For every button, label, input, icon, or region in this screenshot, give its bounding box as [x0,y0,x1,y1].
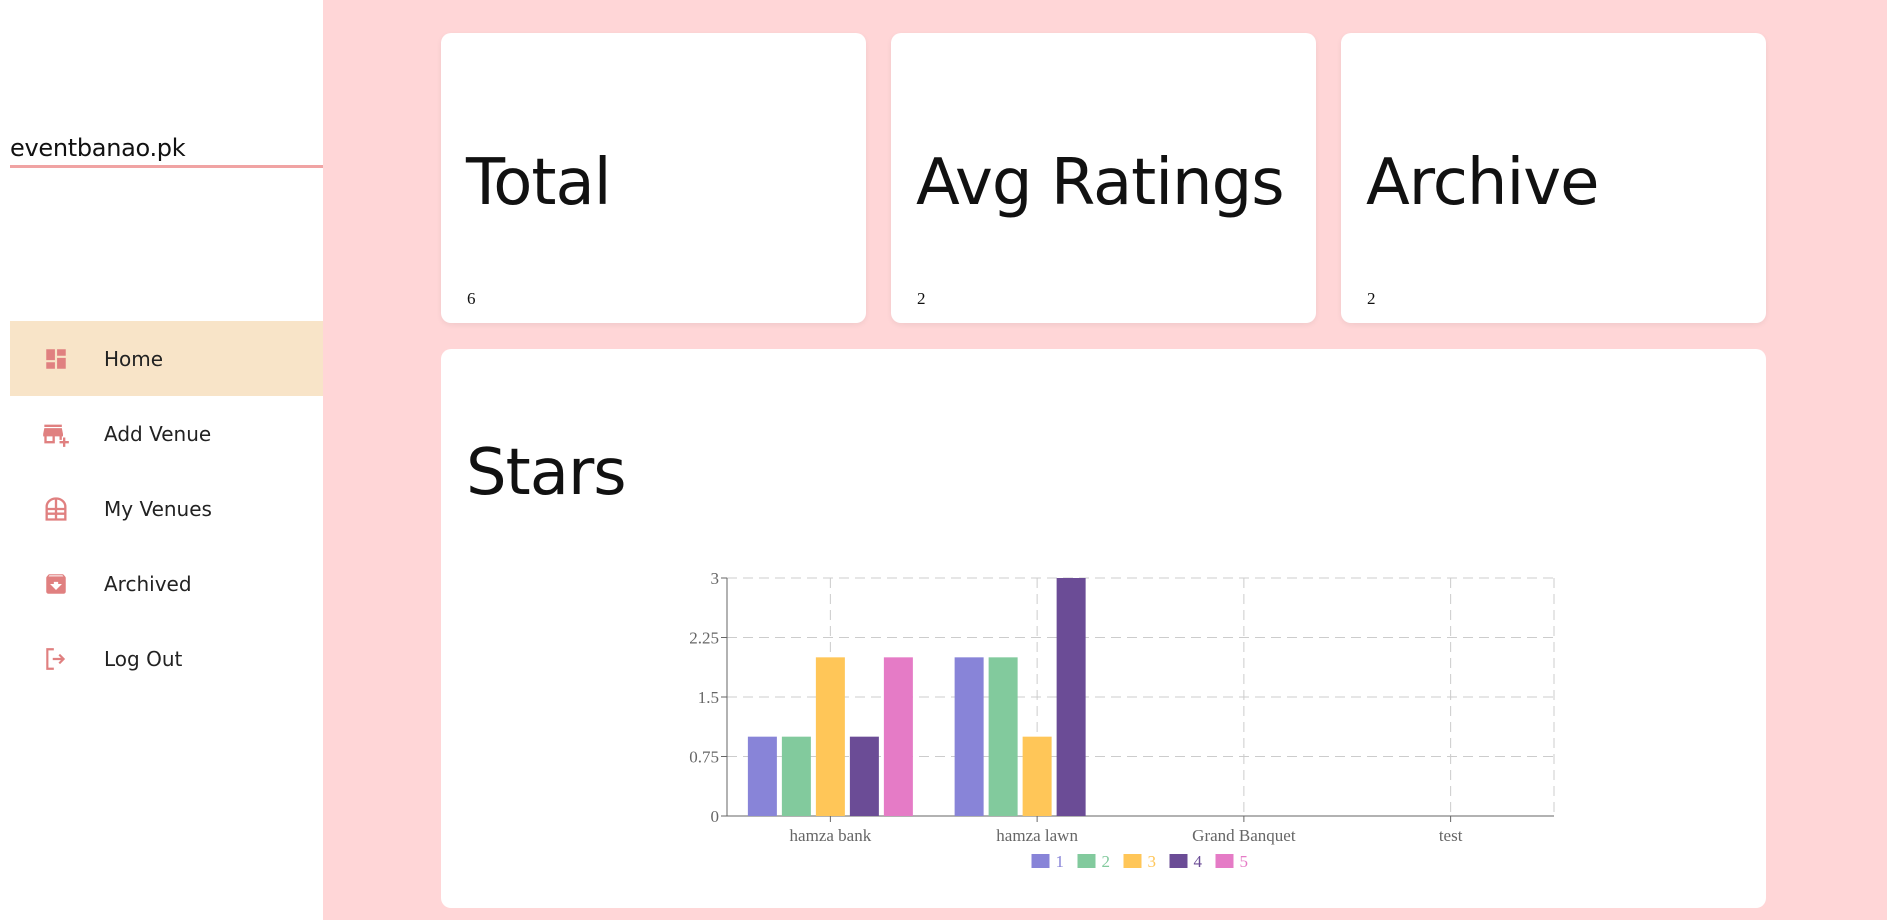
venue-icon [42,495,70,523]
card-title: Total [466,146,611,220]
archive-card: Archive 2 [1341,33,1766,323]
avg-ratings-card: Avg Ratings 2 [891,33,1316,323]
bar-hamza-lawn-3 [1022,736,1052,816]
x-tick-label: test [1439,826,1463,845]
bar-hamza-lawn-4 [1056,578,1086,816]
brand-logo-text[interactable]: eventbanao.pk [10,134,186,162]
legend-swatch [1169,854,1188,868]
sidebar-item-label: Archived [104,571,192,596]
sidebar: eventbanao.pk Home Add Venue My Venues A… [0,0,323,920]
legend-label: 2 [1102,852,1111,871]
legend-label: 5 [1240,852,1249,871]
legend-swatch [1077,854,1096,868]
legend-swatch [1215,854,1234,868]
legend-label: 1 [1056,852,1065,871]
sidebar-item-label: Log Out [104,646,183,671]
bar-hamza-bank-4 [849,736,879,816]
stars-bar-chart: 0 0.75 1.5 2.25 3 hamza bank hamza lawn Grand B… [689,569,1555,871]
add-business-icon [42,420,70,448]
legend-swatch [1123,854,1142,868]
bar-hamza-bank-1 [747,736,777,816]
y-tick-label: 2.25 [689,629,719,648]
bar-hamza-bank-2 [781,736,811,816]
sidebar-item-label: My Venues [104,496,212,521]
sidebar-nav: Home Add Venue My Venues Archived Log Ou… [10,321,323,696]
card-value: 2 [917,289,926,308]
y-tick-label: 3 [711,569,720,588]
bar-hamza-lawn-2 [988,657,1018,816]
sidebar-item-label: Add Venue [104,421,212,446]
brand-underline [10,165,323,168]
sidebar-item-my-venues[interactable]: My Venues [10,471,323,546]
bar-hamza-bank-3 [815,657,845,816]
dashboard-icon [42,345,70,373]
card-value: 2 [1367,289,1376,308]
x-tick-label: hamza lawn [996,826,1078,845]
card-value: 6 [467,289,476,308]
y-tick-label: 1.5 [698,688,719,707]
legend-label: 3 [1148,852,1157,871]
total-card: Total 6 [441,33,866,323]
y-tick-label: 0.75 [689,748,719,767]
stars-chart-card: Stars 0 0.75 1.5 2.25 3 hamza bank hamza lawn G… [441,349,1766,908]
legend-swatch [1031,854,1050,868]
bar-hamza-bank-5 [883,657,913,816]
x-tick-label: Grand Banquet [1192,826,1296,845]
card-title: Avg Ratings [916,146,1285,220]
card-title: Archive [1366,146,1599,220]
sidebar-item-home[interactable]: Home [10,321,323,396]
logout-icon [42,645,70,673]
sidebar-item-label: Home [104,346,164,371]
x-tick-label: hamza bank [790,826,872,845]
y-tick-label: 0 [711,807,720,826]
sidebar-item-add-venue[interactable]: Add Venue [10,396,323,471]
archive-icon [42,570,70,598]
sidebar-item-log-out[interactable]: Log Out [10,621,323,696]
legend-label: 4 [1194,852,1203,871]
sidebar-item-archived[interactable]: Archived [10,546,323,621]
bar-hamza-lawn-1 [954,657,984,816]
